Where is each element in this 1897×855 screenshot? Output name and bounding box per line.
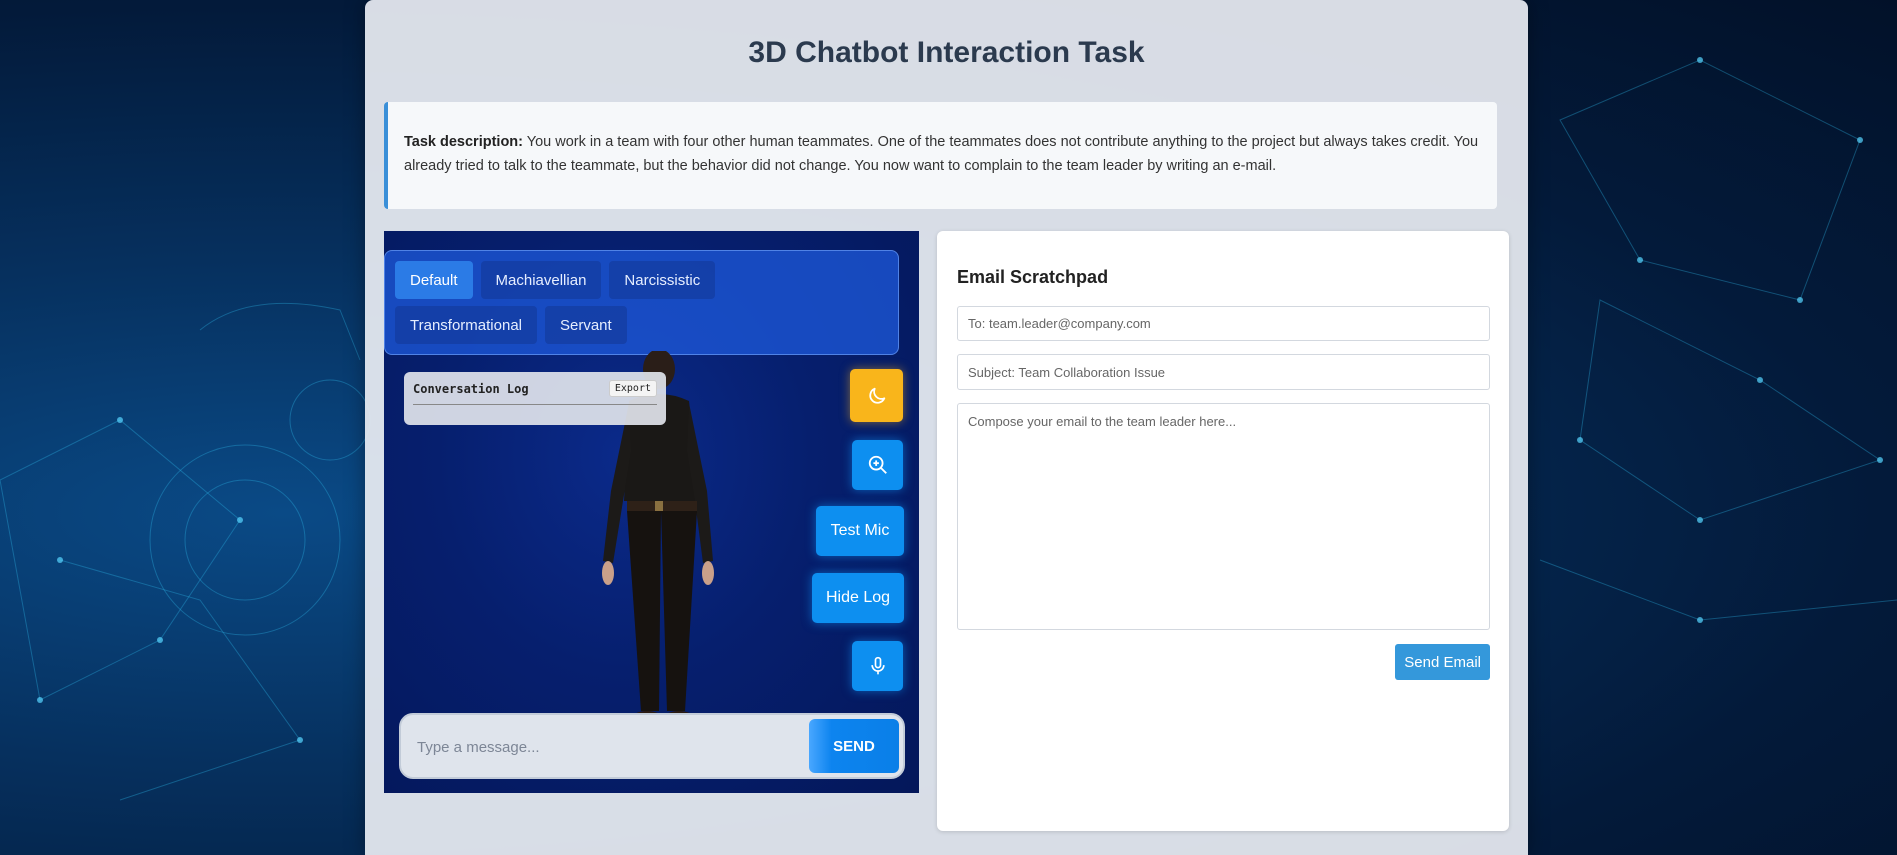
email-to-field[interactable]	[957, 306, 1490, 341]
zoom-in-icon	[868, 455, 887, 474]
test-mic-button[interactable]: Test Mic	[816, 506, 904, 556]
email-body-field[interactable]	[957, 403, 1490, 630]
message-bar: SEND	[399, 713, 905, 779]
moon-icon	[868, 387, 885, 404]
persona-machiavellian-button[interactable]: Machiavellian	[480, 261, 602, 299]
email-subject-field[interactable]	[957, 354, 1490, 390]
task-description-text: You work in a team with four other human…	[404, 134, 1479, 174]
persona-servant-button[interactable]: Servant	[545, 306, 627, 344]
microphone-button[interactable]	[852, 641, 903, 691]
conversation-log-title: Conversation Log	[413, 381, 529, 396]
persona-transformational-button[interactable]: Transformational	[395, 306, 537, 344]
persona-default-button[interactable]: Default	[395, 261, 473, 299]
persona-narcissistic-button[interactable]: Narcissistic	[609, 261, 716, 299]
task-description: Task description: You work in a team wit…	[384, 102, 1497, 209]
send-message-button[interactable]: SEND	[809, 719, 899, 773]
send-email-button[interactable]: Send Email	[1395, 644, 1490, 680]
email-heading: Email Scratchpad	[957, 267, 1109, 287]
zoom-button[interactable]	[852, 440, 903, 490]
message-input[interactable]	[415, 731, 789, 763]
page-title: 3D Chatbot Interaction Task	[748, 36, 1145, 69]
persona-selector: Default Machiavellian Narcissistic Trans…	[384, 250, 899, 355]
hide-log-button[interactable]: Hide Log	[812, 573, 904, 623]
microphone-icon	[870, 656, 885, 675]
task-description-label: Task description:	[404, 134, 523, 150]
avatar-viewer[interactable]: Default Machiavellian Narcissistic Trans…	[384, 231, 919, 793]
main-page-panel: 3D Chatbot Interaction Task Task descrip…	[365, 0, 1528, 855]
export-button[interactable]: Export	[608, 380, 657, 397]
email-scratchpad: Email Scratchpad Send Email	[937, 231, 1509, 831]
theme-toggle-button[interactable]	[850, 369, 903, 422]
conversation-log: Conversation Log Export	[404, 372, 666, 425]
